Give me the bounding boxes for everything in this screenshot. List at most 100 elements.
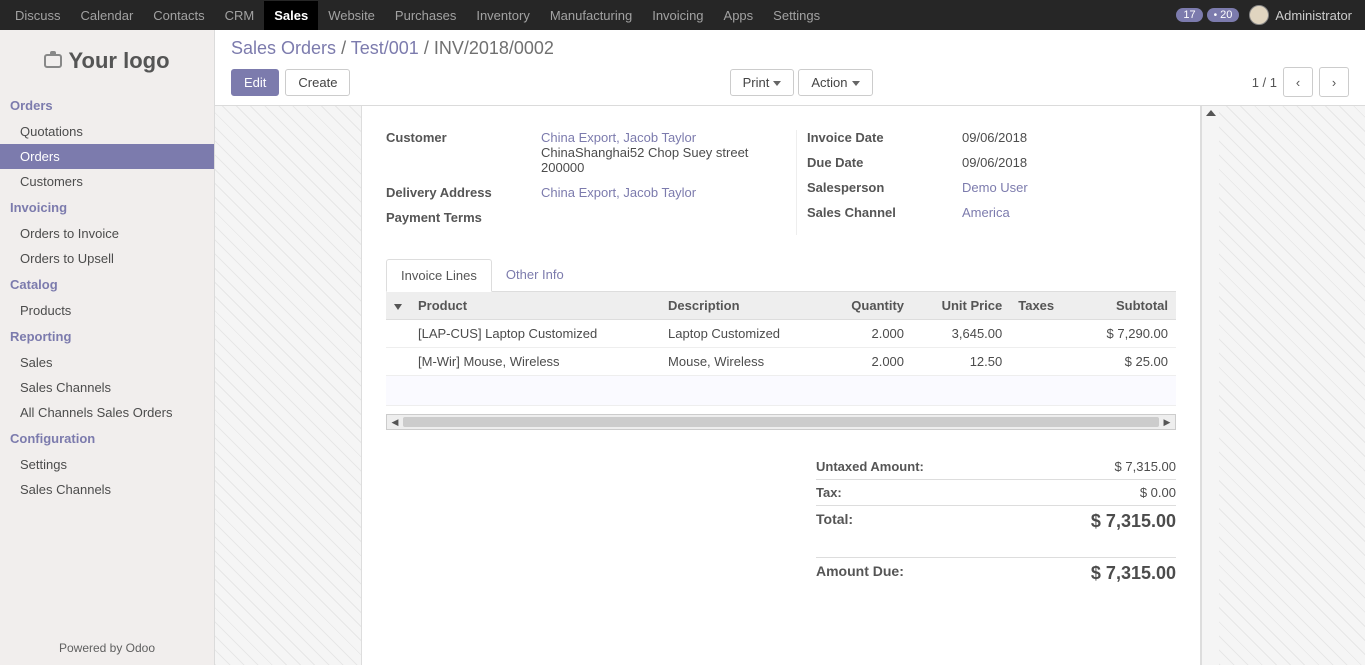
nav-inventory[interactable]: Inventory — [466, 1, 539, 30]
scroll-left-icon[interactable]: ◀ — [387, 417, 403, 428]
delivery-link[interactable]: China Export, Jacob Taylor — [541, 185, 696, 200]
pager-text: 1 / 1 — [1252, 75, 1277, 90]
comment-icon — [1214, 9, 1218, 21]
cell-qty: 2.000 — [824, 320, 912, 348]
sidebar-item-settings[interactable]: Settings — [0, 452, 214, 477]
breadcrumb-root[interactable]: Sales Orders — [231, 38, 336, 58]
value-due-date: 09/06/2018 — [962, 155, 1176, 170]
scroll-right-icon[interactable]: ▶ — [1159, 417, 1175, 428]
pager-prev[interactable]: ‹ — [1283, 67, 1313, 97]
value-invoice-date: 09/06/2018 — [962, 130, 1176, 145]
vertical-scrollbar[interactable] — [1201, 106, 1219, 665]
label-tax: Tax: — [816, 485, 842, 500]
nav-crm[interactable]: CRM — [215, 1, 265, 30]
cell-taxes — [1010, 320, 1076, 348]
cell-price: 12.50 — [912, 348, 1010, 376]
nav-website[interactable]: Website — [318, 1, 385, 30]
control-panel: Sales Orders / Test/001 / INV/2018/0002 … — [215, 30, 1365, 106]
nav-manufacturing[interactable]: Manufacturing — [540, 1, 642, 30]
create-button[interactable]: Create — [285, 69, 350, 96]
avatar-icon — [1249, 5, 1269, 25]
breadcrumb-parent[interactable]: Test/001 — [351, 38, 419, 58]
camera-icon — [44, 54, 62, 68]
sidebar-section-configuration: Configuration — [0, 425, 214, 452]
breadcrumb: Sales Orders / Test/001 / INV/2018/0002 — [231, 38, 1349, 59]
nav-contacts[interactable]: Contacts — [143, 1, 214, 30]
pager-next[interactable]: › — [1319, 67, 1349, 97]
pager: 1 / 1 ‹ › — [1252, 67, 1349, 97]
label-amount-due: Amount Due: — [816, 563, 904, 584]
nav-calendar[interactable]: Calendar — [71, 1, 144, 30]
label-invoice-date: Invoice Date — [807, 130, 962, 145]
edit-button[interactable]: Edit — [231, 69, 279, 96]
tabs: Invoice Lines Other Info — [386, 259, 1176, 292]
label-customer: Customer — [386, 130, 541, 175]
user-name: Administrator — [1275, 8, 1352, 23]
sidebar-item-all-channels-sales-orders[interactable]: All Channels Sales Orders — [0, 400, 214, 425]
value-total: $ 7,315.00 — [1091, 511, 1176, 532]
sidebar-item-orders[interactable]: Orders — [0, 144, 214, 169]
cell-description: Mouse, Wireless — [660, 348, 824, 376]
col-description[interactable]: Description — [660, 292, 824, 320]
sidebar-item-sales-channels[interactable]: Sales Channels — [0, 477, 214, 502]
scroll-up-icon — [1206, 110, 1216, 116]
sales-channel-link[interactable]: America — [962, 205, 1010, 220]
sidebar-section-catalog: Catalog — [0, 271, 214, 298]
nav-discuss[interactable]: Discuss — [5, 1, 71, 30]
horizontal-scrollbar[interactable]: ◀ ▶ — [386, 414, 1176, 430]
sidebar: Your logo OrdersQuotationsOrdersCustomer… — [0, 30, 215, 665]
sidebar-item-sales-channels[interactable]: Sales Channels — [0, 375, 214, 400]
cell-taxes — [1010, 348, 1076, 376]
badge-warning[interactable]: 17 — [1176, 8, 1202, 22]
label-untaxed: Untaxed Amount: — [816, 459, 924, 474]
dropdown-icon[interactable] — [394, 304, 402, 310]
cell-price: 3,645.00 — [912, 320, 1010, 348]
logo[interactable]: Your logo — [0, 30, 214, 92]
sidebar-item-sales[interactable]: Sales — [0, 350, 214, 375]
col-quantity[interactable]: Quantity — [824, 292, 912, 320]
chevron-down-icon — [852, 81, 860, 86]
label-salesperson: Salesperson — [807, 180, 962, 195]
nav-apps[interactable]: Apps — [714, 1, 764, 30]
value-tax: $ 0.00 — [1140, 485, 1176, 500]
sidebar-section-reporting: Reporting — [0, 323, 214, 350]
table-row[interactable]: [LAP-CUS] Laptop CustomizedLaptop Custom… — [386, 320, 1176, 348]
sidebar-item-customers[interactable]: Customers — [0, 169, 214, 194]
nav-settings[interactable]: Settings — [763, 1, 830, 30]
tab-other-info[interactable]: Other Info — [492, 259, 578, 291]
breadcrumb-current: INV/2018/0002 — [434, 38, 554, 58]
nav-sales[interactable]: Sales — [264, 1, 318, 30]
sidebar-item-quotations[interactable]: Quotations — [0, 119, 214, 144]
sidebar-item-orders-to-upsell[interactable]: Orders to Upsell — [0, 246, 214, 271]
action-dropdown[interactable]: Action — [798, 69, 872, 96]
print-dropdown[interactable]: Print — [730, 69, 795, 96]
totals: Untaxed Amount: $ 7,315.00 Tax: $ 0.00 T… — [816, 454, 1176, 589]
cell-qty: 2.000 — [824, 348, 912, 376]
table-row[interactable]: [M-Wir] Mouse, WirelessMouse, Wireless2.… — [386, 348, 1176, 376]
tab-invoice-lines[interactable]: Invoice Lines — [386, 259, 492, 292]
invoice-lines-table: Product Description Quantity Unit Price … — [386, 292, 1176, 406]
nav-invoicing[interactable]: Invoicing — [642, 1, 713, 30]
chevron-down-icon — [773, 81, 781, 86]
sidebar-item-orders-to-invoice[interactable]: Orders to Invoice — [0, 221, 214, 246]
col-subtotal[interactable]: Subtotal — [1077, 292, 1176, 320]
label-sales-channel: Sales Channel — [807, 205, 962, 220]
salesperson-link[interactable]: Demo User — [962, 180, 1028, 195]
cell-description: Laptop Customized — [660, 320, 824, 348]
nav-purchases[interactable]: Purchases — [385, 1, 466, 30]
user-menu[interactable]: Administrator — [1249, 5, 1360, 25]
customer-link[interactable]: China Export, Jacob Taylor — [541, 130, 696, 145]
badge-messages[interactable]: 20 — [1207, 8, 1240, 22]
label-due-date: Due Date — [807, 155, 962, 170]
value-untaxed: $ 7,315.00 — [1115, 459, 1176, 474]
label-total: Total: — [816, 511, 853, 532]
col-unit-price[interactable]: Unit Price — [912, 292, 1010, 320]
cell-product: [M-Wir] Mouse, Wireless — [410, 348, 660, 376]
form-sheet: Customer China Export, Jacob Taylor Chin… — [361, 106, 1201, 665]
sidebar-item-products[interactable]: Products — [0, 298, 214, 323]
powered-by[interactable]: Powered by Odoo — [0, 631, 214, 665]
cell-subtotal: $ 7,290.00 — [1077, 320, 1176, 348]
customer-address: ChinaShanghai52 Chop Suey street 200000 — [541, 145, 748, 175]
col-taxes[interactable]: Taxes — [1010, 292, 1076, 320]
col-product[interactable]: Product — [410, 292, 660, 320]
